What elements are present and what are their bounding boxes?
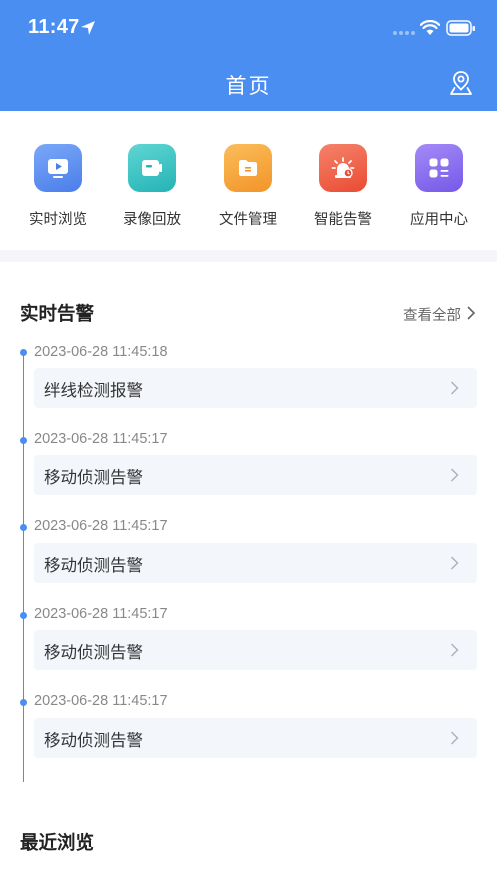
alarm-light-icon [319, 144, 367, 192]
camera-recording-icon [128, 144, 176, 192]
alert-name: 移动侦测告警 [44, 556, 143, 575]
page-title: 首页 [225, 74, 272, 98]
realtime-alerts-section: 实时告警 查看全部 2023-06-28 11:45:18 绊线检测报警 202… [0, 262, 497, 883]
shortcut-label: 实时浏览 [29, 212, 87, 228]
timeline-dot [20, 437, 27, 444]
shortcut-label: 录像回放 [123, 212, 181, 228]
alert-timestamp: 2023-06-28 11:45:17 [34, 606, 168, 622]
chevron-right-icon [451, 731, 459, 745]
folder-icon [224, 144, 272, 192]
timeline-line [23, 352, 24, 782]
alert-timestamp: 2023-06-28 11:45:17 [34, 693, 168, 709]
view-all-link[interactable]: 查看全部 [403, 304, 461, 325]
shortcut-app-center[interactable]: 应用中心 [394, 144, 484, 234]
alert-name: 绊线检测报警 [44, 381, 143, 400]
status-bar: 11:47 [0, 0, 497, 58]
timeline-dot [20, 349, 27, 356]
alert-timestamp: 2023-06-28 11:45:17 [34, 431, 168, 447]
shortcut-smart-alarm[interactable]: 智能告警 [298, 144, 388, 234]
shortcut-playback[interactable]: 录像回放 [107, 144, 197, 234]
map-location-icon[interactable] [449, 70, 473, 96]
chevron-right-icon [451, 381, 459, 395]
alert-timestamp: 2023-06-28 11:45:17 [34, 518, 168, 534]
location-arrow-icon [81, 21, 95, 35]
alert-item[interactable]: 移动侦测告警 [34, 718, 477, 758]
alert-timestamp: 2023-06-28 11:45:18 [34, 344, 168, 360]
alert-name: 移动侦测告警 [44, 468, 143, 487]
header-bar: 11:47 首页 [0, 0, 497, 111]
apps-grid-icon [415, 144, 463, 192]
alert-name: 移动侦测告警 [44, 731, 143, 750]
alert-item[interactable]: 移动侦测告警 [34, 455, 477, 495]
shortcut-file-management[interactable]: 文件管理 [203, 144, 293, 234]
alert-item[interactable]: 绊线检测报警 [34, 368, 477, 408]
shortcut-grid: 实时浏览 录像回放 文件管理 智能告警 应用中心 [0, 111, 497, 250]
play-video-icon [34, 144, 82, 192]
section-title-alerts: 实时告警 [20, 304, 95, 325]
shortcut-label: 应用中心 [410, 212, 468, 228]
timeline-dot [20, 699, 27, 706]
chevron-right-icon [451, 468, 459, 482]
timeline-dot [20, 612, 27, 619]
alert-item[interactable]: 移动侦测告警 [34, 630, 477, 670]
shortcut-label: 智能告警 [314, 212, 372, 228]
battery-icon [446, 20, 475, 36]
timeline-dot [20, 524, 27, 531]
alert-name: 移动侦测告警 [44, 643, 143, 662]
section-title-recent: 最近浏览 [20, 833, 95, 854]
chevron-right-icon [451, 643, 459, 657]
cellular-signal-icon [393, 31, 415, 35]
chevron-right-icon[interactable] [466, 306, 476, 320]
status-time: 11:47 [28, 16, 80, 38]
shortcut-label: 文件管理 [219, 212, 277, 228]
alert-item[interactable]: 移动侦测告警 [34, 543, 477, 583]
shortcut-live-view[interactable]: 实时浏览 [13, 144, 103, 234]
chevron-right-icon [451, 556, 459, 570]
wifi-icon [420, 20, 440, 35]
